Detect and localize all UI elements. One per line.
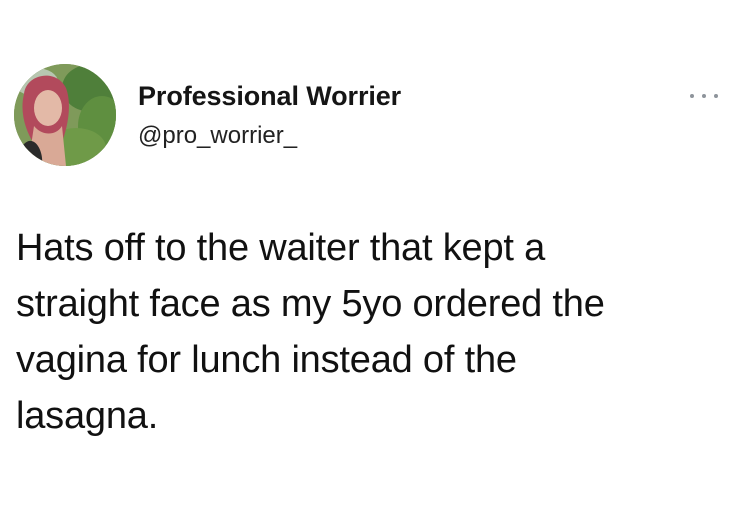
tweet-text-line: Hats off to the waiter that kept a	[16, 227, 546, 269]
display-name[interactable]: Professional Worrier	[138, 80, 401, 112]
more-dot	[702, 94, 706, 98]
ellipsis-icon[interactable]	[690, 88, 718, 104]
tweet-author[interactable]: Professional Worrier @pro_worrier_	[138, 80, 401, 151]
user-handle[interactable]: @pro_worrier_	[138, 121, 401, 151]
more-dot	[690, 94, 694, 98]
tweet-text: Hats off to the waiter that kept a strai…	[16, 220, 716, 444]
tweet-card: Professional Worrier @pro_worrier_ Hats …	[0, 0, 740, 530]
avatar[interactable]	[14, 64, 116, 166]
tweet-text-line: straight face as my 5yo ordered the	[16, 283, 605, 325]
more-dot	[714, 94, 718, 98]
user-avatar-photo-icon	[14, 64, 116, 166]
tweet-text-line: vagina for lunch instead of the	[16, 339, 517, 381]
tweet-text-line: lasagna.	[16, 395, 159, 437]
